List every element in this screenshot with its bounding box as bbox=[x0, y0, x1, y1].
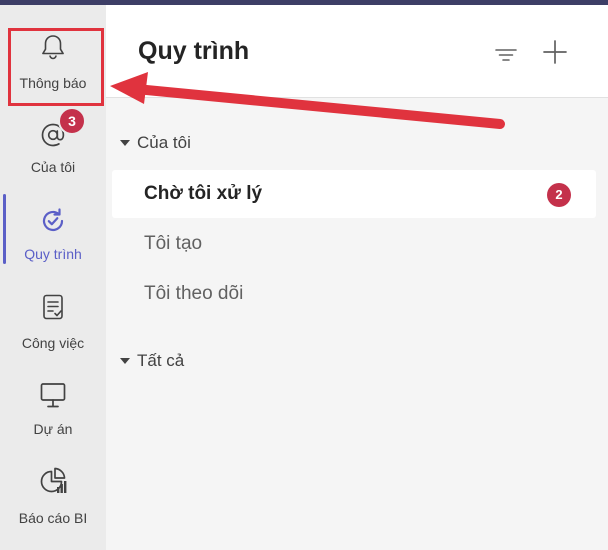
report-chart-icon bbox=[40, 467, 67, 493]
page-title: Quy trình bbox=[138, 37, 250, 65]
section-label: Tất cả bbox=[137, 351, 185, 370]
list-item-label: Chờ tôi xử lý bbox=[144, 183, 263, 204]
workflow-panel: Quy trình Của tôi Chờ tôi xử lý 2 Tôi tạ… bbox=[106, 5, 608, 550]
plus-icon[interactable] bbox=[539, 36, 571, 68]
sidebar-item-bi-report[interactable]: Báo cáo BI bbox=[0, 463, 106, 549]
list-item-following[interactable]: Tôi theo dõi bbox=[112, 270, 596, 318]
sidebar-item-label: Dự án bbox=[33, 421, 73, 437]
sidebar-item-label: Công việc bbox=[21, 335, 85, 351]
caret-down-icon bbox=[120, 140, 130, 146]
app-sidebar: Thông báo Của tôi 3 Quy trình Công việc … bbox=[0, 5, 106, 550]
presentation-board-icon bbox=[40, 383, 66, 408]
sidebar-item-projects[interactable]: Dự án bbox=[0, 375, 106, 461]
list-item-pending[interactable]: Chờ tôi xử lý 2 bbox=[112, 170, 596, 218]
sidebar-item-label: Báo cáo BI bbox=[18, 510, 88, 526]
section-label: Của tôi bbox=[137, 133, 191, 152]
count-badge: 2 bbox=[547, 183, 571, 207]
sidebar-item-workflow[interactable]: Quy trình bbox=[0, 201, 106, 287]
list-item-label: Tôi theo dõi bbox=[144, 283, 244, 304]
list-item-label: Tôi tạo bbox=[144, 233, 203, 254]
workflow-icon bbox=[42, 208, 64, 232]
sidebar-item-label: Quy trình bbox=[24, 246, 82, 262]
notification-badge: 3 bbox=[58, 107, 86, 135]
filter-icon[interactable] bbox=[491, 40, 521, 70]
caret-down-icon bbox=[120, 358, 130, 364]
annotation-highlight-box bbox=[8, 28, 104, 106]
panel-header: Quy trình bbox=[106, 5, 608, 98]
sidebar-item-tasks[interactable]: Công việc bbox=[0, 289, 106, 375]
sidebar-item-mine[interactable]: Của tôi bbox=[0, 113, 106, 199]
list-item-created-by-me[interactable]: Tôi tạo bbox=[112, 220, 596, 268]
sidebar-item-label: Của tôi bbox=[30, 159, 76, 175]
task-list-icon bbox=[43, 294, 63, 320]
